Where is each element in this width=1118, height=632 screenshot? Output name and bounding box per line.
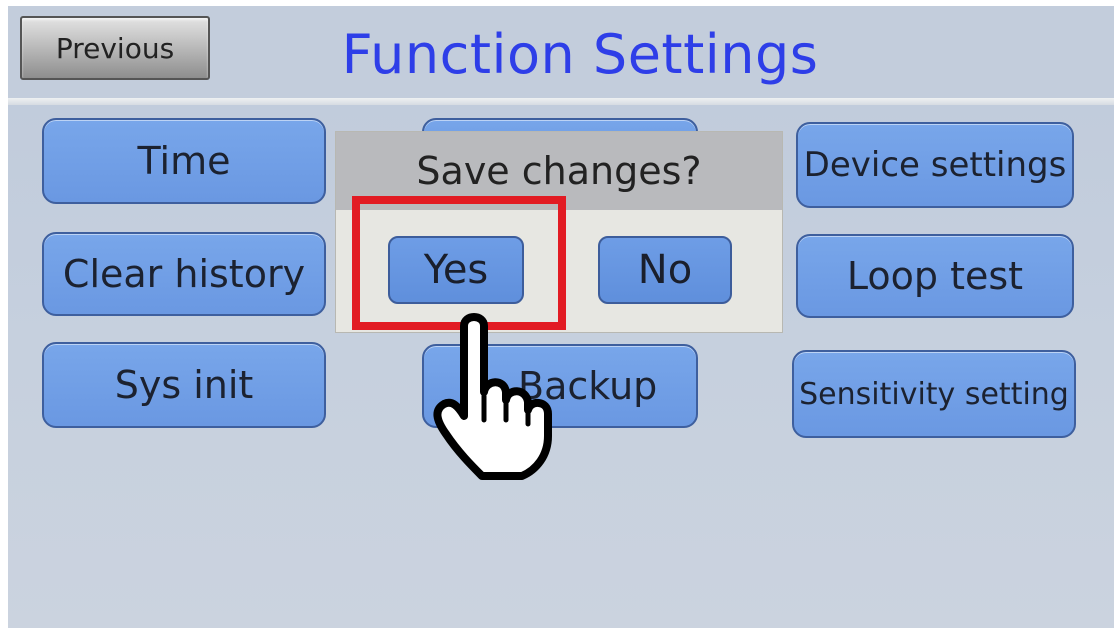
time-button[interactable]: Time	[42, 118, 326, 204]
header-divider	[8, 98, 1114, 105]
sensitivity-setting-button[interactable]: Sensitivity setting	[792, 350, 1076, 438]
previous-button[interactable]: Previous	[20, 16, 210, 80]
no-button[interactable]: No	[598, 236, 732, 304]
hand-pointer-icon	[433, 313, 552, 480]
device-settings-button[interactable]: Device settings	[796, 122, 1074, 208]
page-title: Function Settings	[341, 22, 819, 86]
loop-test-button[interactable]: Loop test	[796, 234, 1074, 318]
sys-init-button[interactable]: Sys init	[42, 342, 326, 428]
clear-history-button[interactable]: Clear history	[42, 232, 326, 316]
